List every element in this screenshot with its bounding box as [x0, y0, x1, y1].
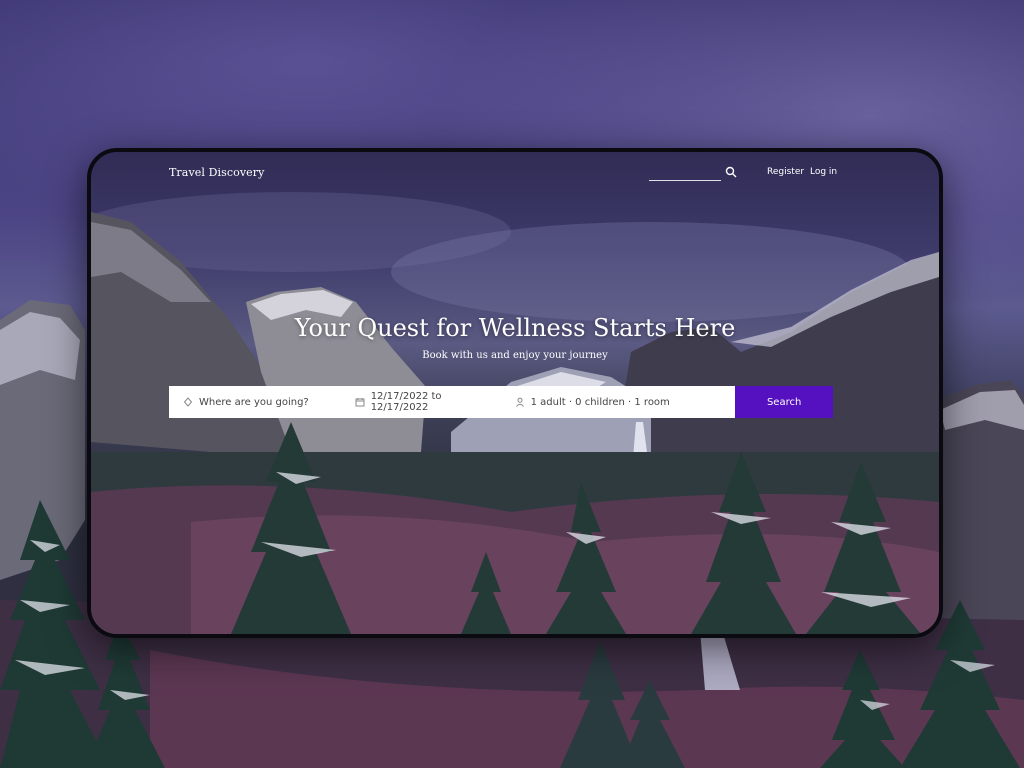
dates-field[interactable]: 12/17/2022 to 12/17/2022	[337, 386, 495, 418]
browser-frame: Travel Discovery Register Log in Your Qu…	[87, 148, 943, 638]
destination-placeholder: Where are you going?	[199, 396, 309, 408]
brand-logo[interactable]: Travel Discovery	[169, 166, 264, 179]
nav-search-input[interactable]	[649, 164, 721, 181]
background-scene: Travel Discovery Register Log in Your Qu…	[0, 0, 1024, 768]
guests-field[interactable]: 1 adult · 0 children · 1 room	[495, 386, 736, 418]
dates-value: 12/17/2022 to 12/17/2022	[370, 391, 442, 413]
hero-subtitle: Book with us and enjoy your journey	[422, 350, 608, 361]
location-pin-icon	[183, 397, 193, 407]
login-link[interactable]: Log in	[810, 167, 837, 177]
booking-search-bar: Where are you going? 12/17/2022 to 12/17…	[169, 386, 833, 418]
guests-value: 1 adult · 0 children · 1 room	[530, 396, 670, 408]
search-button[interactable]: Search	[735, 386, 833, 418]
destination-field[interactable]: Where are you going?	[169, 386, 337, 418]
register-link[interactable]: Register	[767, 167, 804, 177]
calendar-icon	[355, 398, 365, 407]
search-icon[interactable]	[725, 166, 737, 178]
hero-title: Your Quest for Wellness Starts Here	[294, 314, 736, 342]
person-icon	[515, 397, 524, 407]
